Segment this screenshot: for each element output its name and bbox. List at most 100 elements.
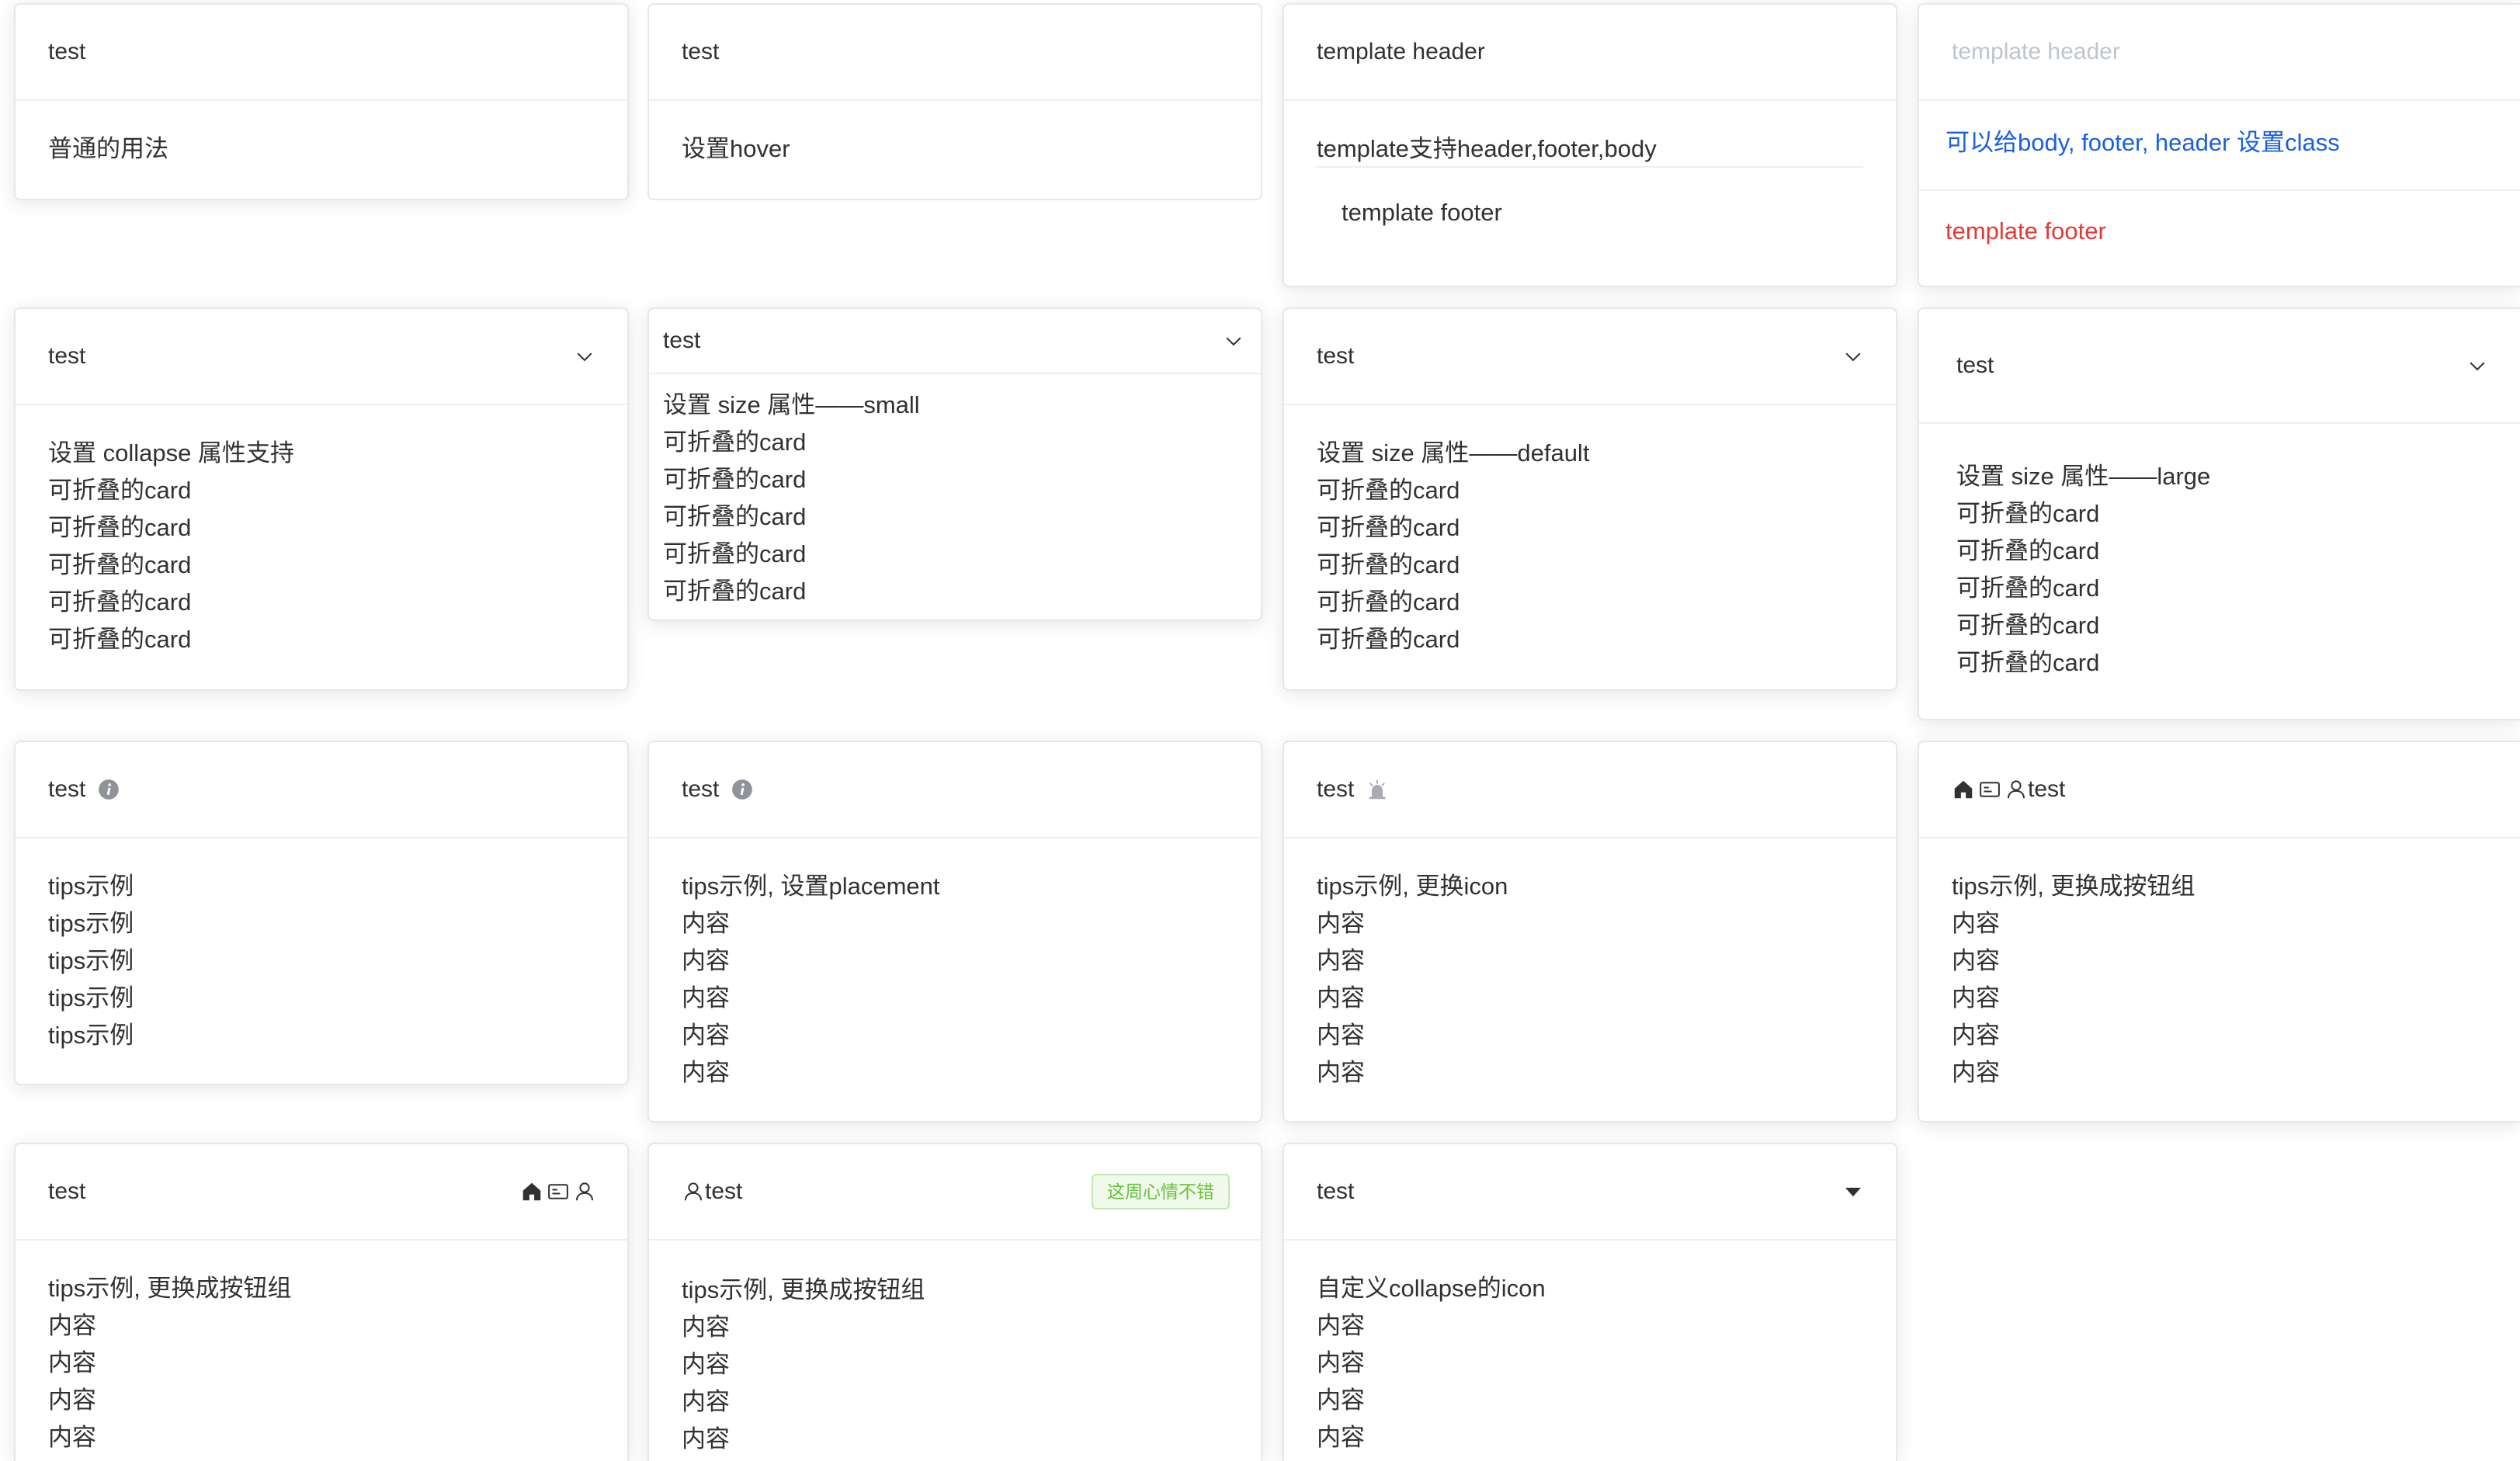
body-line: 可折叠的card [1956,649,2100,676]
body-line: 可折叠的card [663,466,807,493]
card-header: template header [1919,5,2520,101]
chevron-down-icon[interactable] [1841,345,1865,368]
body-line: 设置 collapse 属性支持 [48,439,294,467]
body-line: 内容 [1952,1059,2000,1086]
card-body: tips示例 tips示例 tips示例 tips示例 tips示例 [16,838,627,1054]
body-line: 内容 [682,984,730,1012]
card-header[interactable]: test [16,309,627,405]
body-line: 设置 size 属性——large [1956,463,2211,490]
card-header: test [16,1144,627,1241]
card-tips-placement: test tips示例, 设置placement 内容 内容 内容 内容 内容 [647,741,1262,1123]
card-body: 普通的用法 [16,101,627,165]
user-icon[interactable] [573,1180,596,1203]
body-line: 设置 size 属性——small [663,391,920,418]
home-icon[interactable] [520,1180,543,1203]
body-line: 自定义collapse的icon [1317,1275,1546,1302]
body-line: 内容 [682,1022,730,1049]
card-title: test [48,343,86,369]
body-line: 内容 [682,1351,730,1378]
id-card-icon[interactable] [547,1180,570,1203]
card-body: 自定义collapse的icon 内容 内容 内容 内容 [1284,1241,1896,1456]
body-line: tips示例, 更换icon [1317,873,1508,900]
card-footer: template footer [1919,191,2520,247]
body-line: 可折叠的card [1317,588,1460,616]
body-line: 内容 [1952,984,2000,1012]
card-size-small: test 设置 size 属性——small 可折叠的card 可折叠的card… [647,307,1262,621]
card-title: test [682,776,720,802]
card-custom-collapse-icon: test 自定义collapse的icon 内容 内容 内容 内容 [1283,1143,1897,1461]
footer-text: template footer [1342,199,1502,226]
chevron-down-icon[interactable] [1222,329,1245,352]
body-line: tips示例 [48,1022,134,1049]
body-text: template支持header,footer,body [1317,134,1863,168]
body-line: 可折叠的card [1956,537,2100,564]
card-title: template header [1952,39,2120,64]
user-icon[interactable] [2005,778,2028,801]
body-line: tips示例 [48,984,134,1012]
card-hover[interactable]: test 设置hover [647,3,1262,200]
id-card-icon[interactable] [1978,778,2001,801]
body-line: 可折叠的card [663,503,807,530]
card-template: template header template支持header,footer,… [1283,3,1897,287]
body-line: 可折叠的card [48,588,192,616]
card-size-large: test 设置 size 属性——large 可折叠的card 可折叠的card… [1918,307,2520,720]
body-line: 可折叠的card [1317,551,1460,578]
body-line: tips示例 [48,947,134,974]
body-line: tips示例 [48,910,134,937]
card-header[interactable]: test [1919,309,2520,424]
card-title: test [2028,776,2066,802]
card-header: test [649,742,1261,838]
card-body: 可以给body, footer, header 设置class [1919,101,2520,191]
card-header: test [1284,742,1896,838]
body-text: 可以给body, footer, header 设置class [1946,129,2340,156]
body-line: tips示例, 更换成按钮组 [48,1275,292,1302]
card-tips-button-group: test tips示例, 更换成按钮组 内容 内容 内容 内容 内容 [1918,741,2520,1123]
body-line: 内容 [1317,1022,1365,1049]
body-line: 内容 [1317,1349,1365,1376]
card-title: test [48,39,86,64]
body-line: 内容 [1952,947,2000,974]
card-header[interactable]: test [1284,309,1896,405]
alarm-icon[interactable] [1366,779,1388,800]
body-line: 可折叠的card [1317,514,1460,541]
body-line: tips示例, 更换成按钮组 [682,1276,925,1303]
body-line: 内容 [1317,1059,1365,1086]
card-custom-class: template header 可以给body, footer, header … [1918,3,2520,287]
body-line: 内容 [48,1386,96,1414]
body-line: 可折叠的card [663,578,807,605]
body-line: 可折叠的card [663,429,807,456]
chevron-down-icon[interactable] [2466,354,2489,377]
card-title: test [1317,1178,1355,1204]
card-header: test 这周心情不错 [649,1144,1261,1241]
card-basic: test 普通的用法 [14,3,629,200]
card-header-buttons: test tips示例, 更换成按钮组 内容 内容 内容 内容 [14,1143,629,1461]
card-body: template支持header,footer,body template fo… [1284,101,1896,228]
body-line: 可折叠的card [1956,574,2100,602]
body-line: 可折叠的card [1956,612,2100,639]
status-tag: 这周心情不错 [1092,1174,1230,1209]
card-header[interactable]: test [1284,1144,1896,1241]
body-line: tips示例, 更换成按钮组 [1952,873,2195,900]
card-header-tag: test 这周心情不错 tips示例, 更换成按钮组 内容 内容 内容 内容 [647,1143,1262,1461]
body-line: 可折叠的card [1317,477,1460,504]
body-line: tips示例 [48,873,134,900]
body-line: 内容 [1952,910,2000,937]
body-line: 内容 [48,1424,96,1451]
card-title: test [682,39,720,64]
footer-text: template footer [1946,217,2106,245]
card-header[interactable]: test [649,309,1261,374]
chevron-down-icon[interactable] [573,345,596,368]
card-collapse: test 设置 collapse 属性支持 可折叠的card 可折叠的card … [14,307,629,691]
body-line: 内容 [682,910,730,937]
card-header: test [16,742,627,838]
card-body: 设置hover [649,101,1261,165]
card-title: test [1317,776,1355,802]
caret-down-icon[interactable] [1841,1180,1865,1203]
body-line: 内容 [682,1059,730,1086]
home-icon[interactable] [1952,778,1975,801]
user-icon [685,1182,702,1201]
info-icon[interactable] [731,779,753,800]
card-title: test [48,776,86,802]
info-icon[interactable] [98,779,120,800]
card-title: test [1956,352,1994,378]
